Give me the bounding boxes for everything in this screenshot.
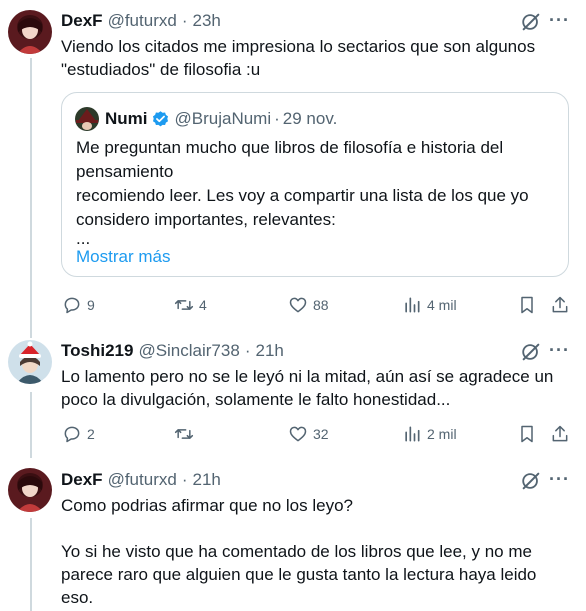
text-line: ... <box>76 229 91 248</box>
reply-icon <box>64 426 80 443</box>
share-icon[interactable] <box>550 295 570 315</box>
reply-count: 2 <box>87 426 95 442</box>
quote-date[interactable]: 29 nov. <box>283 109 338 129</box>
post-header: DexF @futurxd · 21h <box>61 470 221 490</box>
display-name[interactable]: DexF <box>61 11 103 31</box>
views-count: 2 mil <box>427 426 457 442</box>
show-more-link[interactable]: Mostrar más <box>76 247 170 267</box>
more-options-icon[interactable]: ··· <box>549 469 570 490</box>
more-options-icon[interactable]: ··· <box>549 10 570 31</box>
like-button[interactable]: 88 <box>288 295 329 315</box>
text-line: Lo lamento pero no se le leyó ni la mita… <box>61 367 554 386</box>
avatar[interactable] <box>8 468 52 512</box>
like-count: 88 <box>313 297 329 313</box>
separator: · <box>244 341 251 360</box>
text-line: recomiendo leer. Les voy a compartir una… <box>76 186 529 205</box>
like-count: 32 <box>313 426 329 442</box>
thread-line <box>30 518 32 611</box>
reply-button[interactable]: 2 <box>62 424 95 444</box>
text-line: Como podrias afirmar que no los leyo? <box>61 496 353 515</box>
separator: · <box>181 470 188 489</box>
separator: · <box>181 11 188 30</box>
timestamp[interactable]: 23h <box>192 11 220 31</box>
share-icon[interactable] <box>550 424 570 444</box>
text-line: pensamiento <box>76 162 174 181</box>
quote-handle[interactable]: @BrujaNumi <box>175 109 272 129</box>
repost-icon <box>174 429 194 439</box>
repost-icon <box>174 300 194 310</box>
thread-line <box>30 58 32 338</box>
text-line <box>61 517 536 540</box>
user-handle[interactable]: @futurxd <box>108 11 177 31</box>
repost-button[interactable] <box>174 424 199 444</box>
display-name[interactable]: DexF <box>61 470 103 490</box>
views-count: 4 mil <box>427 297 457 313</box>
quoted-post[interactable]: Numi @BrujaNumi · 29 nov. Me preguntan m… <box>61 92 569 277</box>
post-text: Como podrias afirmar que no los leyo? Yo… <box>61 494 536 609</box>
grok-icon[interactable] <box>520 11 542 33</box>
grok-icon[interactable] <box>520 470 542 492</box>
grok-icon[interactable] <box>520 341 542 363</box>
heart-icon <box>289 297 307 313</box>
post-text: Lo lamento pero no se le leyó ni la mita… <box>61 365 553 411</box>
text-line: "estudiados" de filosofia :u <box>61 60 261 79</box>
text-line: poco la divulgación, solamente le falto … <box>61 390 451 409</box>
text-line: considero importantes, relevantes: <box>76 210 336 229</box>
repost-count: 4 <box>199 297 207 313</box>
quote-display-name[interactable]: Numi <box>105 109 148 129</box>
separator: · <box>274 109 280 128</box>
post-text: Viendo los citados me impresiona lo sect… <box>61 35 535 81</box>
quote-avatar[interactable] <box>75 107 99 131</box>
text-line: parece raro que alguien que le gusta tan… <box>61 565 537 584</box>
post-header: Toshi219 @Sinclair738 · 21h <box>61 341 284 361</box>
post-header: DexF @futurxd · 23h <box>61 11 221 31</box>
bookmark-icon[interactable] <box>517 424 537 444</box>
quote-header: Numi @BrujaNumi · 29 nov. <box>75 107 337 131</box>
quote-text: Me preguntan mucho que libros de filosof… <box>76 136 529 248</box>
timestamp[interactable]: 21h <box>192 470 220 490</box>
text-line: eso. <box>61 588 94 607</box>
views-icon <box>405 426 420 442</box>
verified-icon <box>152 110 168 126</box>
user-handle[interactable]: @futurxd <box>108 470 177 490</box>
text-line: Yo si he visto que ha comentado de los l… <box>61 542 532 561</box>
display-name[interactable]: Toshi219 <box>61 341 133 361</box>
thread-line <box>30 392 32 458</box>
avatar[interactable] <box>8 340 52 384</box>
timestamp[interactable]: 21h <box>255 341 283 361</box>
more-options-icon[interactable]: ··· <box>549 340 570 361</box>
heart-icon <box>289 426 307 442</box>
views-button[interactable]: 2 mil <box>402 424 457 444</box>
views-button[interactable]: 4 mil <box>402 295 457 315</box>
text-line: Me preguntan mucho que libros de filosof… <box>76 138 504 157</box>
repost-button[interactable]: 4 <box>174 295 207 315</box>
views-icon <box>405 297 420 313</box>
like-button[interactable]: 32 <box>288 424 329 444</box>
reply-count: 9 <box>87 297 95 313</box>
text-line: Viendo los citados me impresiona lo sect… <box>61 37 536 56</box>
reply-button[interactable]: 9 <box>62 295 95 315</box>
reply-icon <box>64 297 80 314</box>
user-handle[interactable]: @Sinclair738 <box>138 341 239 361</box>
bookmark-icon[interactable] <box>517 295 537 315</box>
avatar[interactable] <box>8 10 52 54</box>
